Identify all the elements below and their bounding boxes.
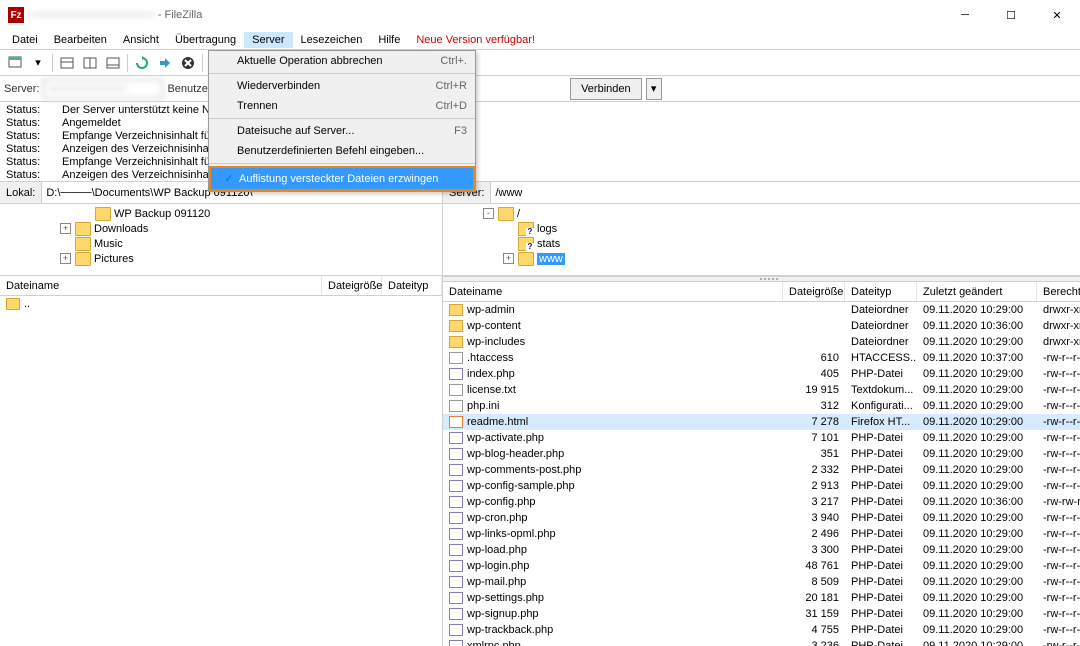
log-line: Status:Angemeldet [6,117,1074,130]
menu-item-trennen[interactable]: TrennenCtrl+D [209,96,475,116]
table-row[interactable]: wp-comments-post.php 2 332 PHP-Datei 09.… [443,462,1080,478]
sitemanager-icon[interactable] [4,52,26,74]
menu-lesezeichen[interactable]: Lesezeichen [293,32,371,48]
local-tree[interactable]: WP Backup 091120+DownloadsMusic+Pictures [0,204,442,276]
refresh-icon[interactable] [131,52,153,74]
table-row[interactable]: wp-includes Dateiordner 09.11.2020 10:29… [443,334,1080,350]
remote-tree[interactable]: -/logsstats+www [443,204,1080,276]
tree-node[interactable]: -/ [443,206,1080,221]
menu-new-version[interactable]: Neue Version verfügbar! [408,32,543,48]
local-path-label: Lokal: [0,182,42,203]
table-row[interactable]: .htaccess 610 HTACCESS... 09.11.2020 10:… [443,350,1080,366]
log-line: Status:Empfange Verzeichnisinhalt für "/… [6,156,1074,169]
menu-hilfe[interactable]: Hilfe [370,32,408,48]
app-icon: Fz [8,7,24,23]
table-row[interactable]: wp-content Dateiordner 09.11.2020 10:36:… [443,318,1080,334]
table-row[interactable]: wp-load.php 3 300 PHP-Datei 09.11.2020 1… [443,542,1080,558]
server-label: Server: [4,83,39,95]
table-row[interactable]: php.ini 312 Konfigurati... 09.11.2020 10… [443,398,1080,414]
menubar: Datei Bearbeiten Ansicht Übertragung Ser… [0,30,1080,50]
remote-pane: Server: -/logsstats+www Dateiname Dateig… [443,182,1080,646]
table-row[interactable]: wp-trackback.php 4 755 PHP-Datei 09.11.2… [443,622,1080,638]
titlebar: Fz ──────────────── - FileZilla ─ ☐ ✕ [0,0,1080,30]
log-line: Status:Anzeigen des Verzeichnisinhalts f… [6,169,1074,182]
table-row[interactable]: wp-config.php 3 217 PHP-Datei 09.11.2020… [443,494,1080,510]
table-row[interactable]: readme.html 7 278 Firefox HT... 09.11.20… [443,414,1080,430]
remote-path-input[interactable] [491,182,1080,203]
table-row[interactable]: wp-mail.php 8 509 PHP-Datei 09.11.2020 1… [443,574,1080,590]
menu-datei[interactable]: Datei [4,32,46,48]
toggle-queue-icon[interactable] [102,52,124,74]
server-input[interactable] [43,79,163,99]
table-row[interactable]: wp-links-opml.php 2 496 PHP-Datei 09.11.… [443,526,1080,542]
col-dateiname[interactable]: Dateiname [0,276,322,295]
tree-node[interactable]: +www [443,251,1080,266]
col-dateiname-r[interactable]: Dateiname [443,282,783,301]
process-queue-icon[interactable] [154,52,176,74]
col-dateityp[interactable]: Dateityp [382,276,442,295]
table-row[interactable]: wp-config-sample.php 2 913 PHP-Datei 09.… [443,478,1080,494]
tree-node[interactable]: +Pictures [0,251,442,266]
sitemanager-dropdown-icon[interactable]: ▾ [27,52,49,74]
maximize-button[interactable]: ☐ [988,0,1034,30]
menu-server[interactable]: Server [244,32,292,48]
menu-item-benutzerdefinierten-befehl-eingeben-[interactable]: Benutzerdefinierten Befehl eingeben... [209,141,475,161]
menu-item-dateisuche-auf-server-[interactable]: Dateisuche auf Server...F3 [209,121,475,141]
menu-item-auflistung-versteckter-dateien-erzwingen[interactable]: ✓Auflistung versteckter Dateien erzwinge… [209,166,475,191]
table-row[interactable]: license.txt 19 915 Textdokum... 09.11.20… [443,382,1080,398]
toolbar: ▾ [0,50,1080,76]
local-pane: Lokal: WP Backup 091120+DownloadsMusic+P… [0,182,443,646]
quickconnect-bar: Server: Benutzername: Verbinden ▾ [0,76,1080,102]
table-row[interactable]: xmlrpc.php 3 236 PHP-Datei 09.11.2020 10… [443,638,1080,646]
connect-button[interactable]: Verbinden [570,78,642,100]
menu-uebertragung[interactable]: Übertragung [167,32,244,48]
window-title: ──────────────── - FileZilla [30,9,942,21]
log-line: Status:Empfange Verzeichnisinhalt für "/… [6,130,1074,143]
table-row[interactable]: wp-settings.php 20 181 PHP-Datei 09.11.2… [443,590,1080,606]
local-filelist[interactable]: Dateiname Dateigröße Dateityp .. [0,276,442,646]
tree-node[interactable]: Music [0,236,442,251]
menu-ansicht[interactable]: Ansicht [115,32,167,48]
remote-filelist[interactable]: Dateiname Dateigröße Dateityp Zuletzt ge… [443,282,1080,646]
table-row[interactable]: .. [0,296,442,312]
log-pane: Status:Der Server unterstützt keine Nich… [0,102,1080,182]
col-zuletzt-geaendert[interactable]: Zuletzt geändert [917,282,1037,301]
close-button[interactable]: ✕ [1034,0,1080,30]
tree-node[interactable]: +Downloads [0,221,442,236]
cancel-icon[interactable] [177,52,199,74]
col-dateigroesse-r[interactable]: Dateigröße [783,282,845,301]
table-row[interactable]: wp-cron.php 3 940 PHP-Datei 09.11.2020 1… [443,510,1080,526]
log-line: Status:Der Server unterstützt keine Nich… [6,104,1074,117]
col-dateigroesse[interactable]: Dateigröße [322,276,382,295]
menu-item-wiederverbinden[interactable]: WiederverbindenCtrl+R [209,76,475,96]
log-line: Status:Anzeigen des Verzeichnisinhalts f… [6,143,1074,156]
col-berechtigung[interactable]: Berechtigu [1037,282,1080,301]
table-row[interactable]: wp-signup.php 31 159 PHP-Datei 09.11.202… [443,606,1080,622]
table-row[interactable]: wp-blog-header.php 351 PHP-Datei 09.11.2… [443,446,1080,462]
table-row[interactable]: wp-activate.php 7 101 PHP-Datei 09.11.20… [443,430,1080,446]
menu-bearbeiten[interactable]: Bearbeiten [46,32,115,48]
col-dateityp-r[interactable]: Dateityp [845,282,917,301]
toggle-tree-icon[interactable] [79,52,101,74]
table-row[interactable]: wp-login.php 48 761 PHP-Datei 09.11.2020… [443,558,1080,574]
table-row[interactable]: index.php 405 PHP-Datei 09.11.2020 10:29… [443,366,1080,382]
server-dropdown: Aktuelle Operation abbrechenCtrl+. Wieder… [208,50,476,192]
minimize-button[interactable]: ─ [942,0,988,30]
table-row[interactable]: wp-admin Dateiordner 09.11.2020 10:29:00… [443,302,1080,318]
tree-node[interactable]: logs [443,221,1080,236]
connect-dropdown-icon[interactable]: ▾ [646,78,662,100]
menu-item-aktuelle-operation-abbrechen[interactable]: Aktuelle Operation abbrechenCtrl+. [209,51,475,71]
tree-node[interactable]: WP Backup 091120 [0,206,442,221]
toggle-log-icon[interactable] [56,52,78,74]
tree-node[interactable]: stats [443,236,1080,251]
